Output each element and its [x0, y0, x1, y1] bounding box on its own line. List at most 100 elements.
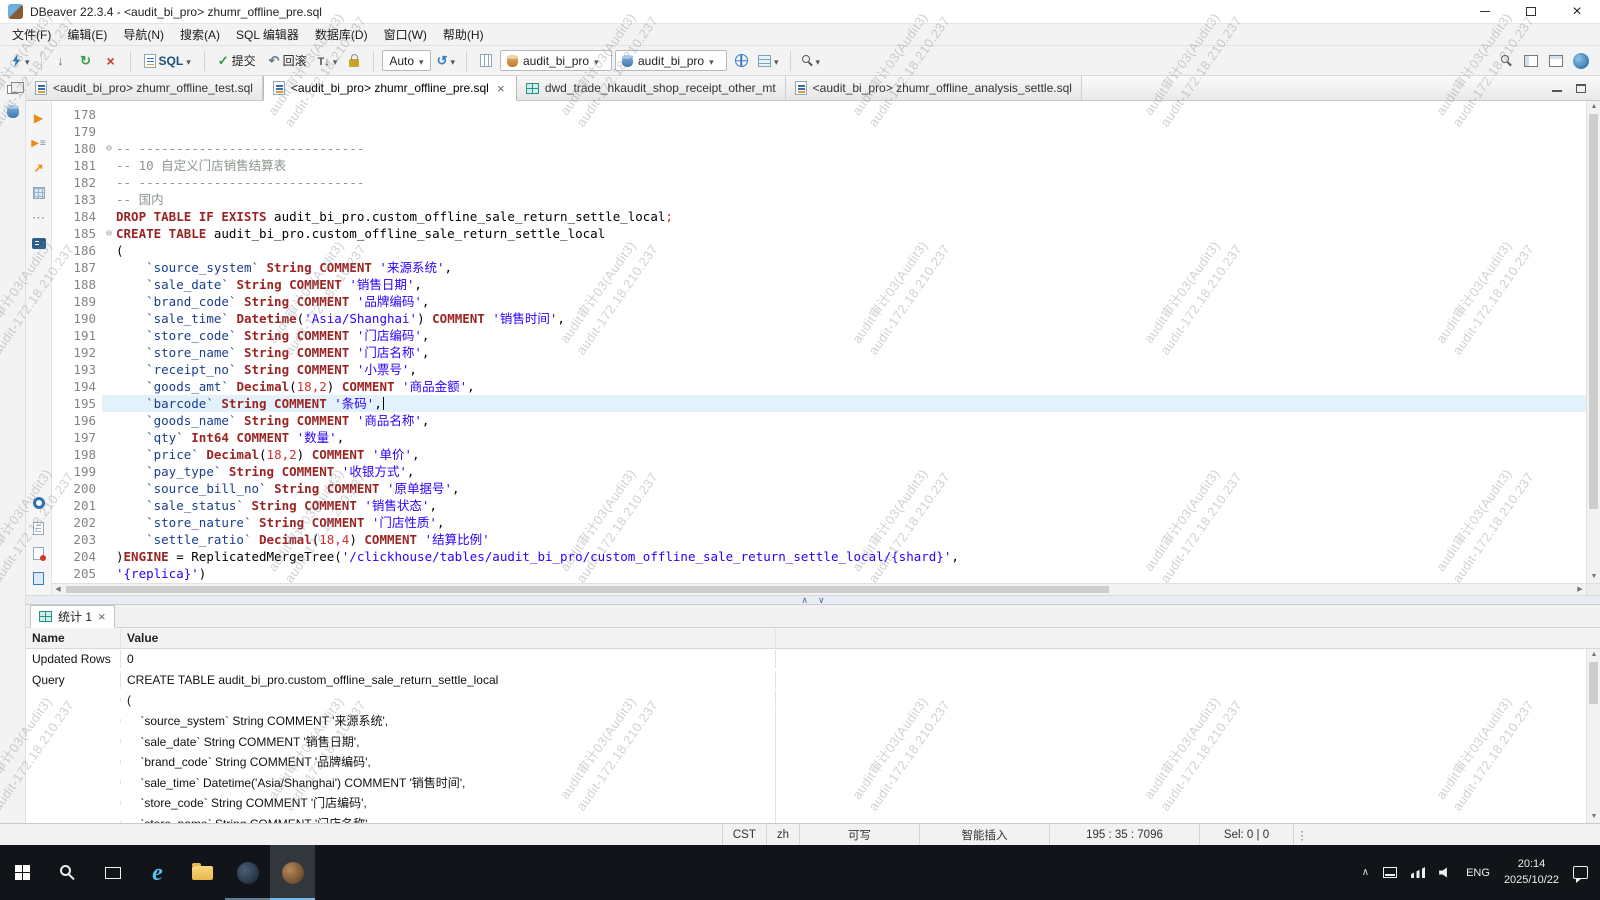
code-line[interactable]: 196 `goods_name` String COMMENT '商品名称', — [52, 412, 1586, 429]
statistics-tab-close-icon[interactable] — [98, 609, 106, 624]
splitter-up-icon[interactable] — [801, 596, 808, 605]
dbeaver-taskbar-button[interactable] — [270, 845, 315, 900]
clock[interactable]: 20:14 2025/10/22 — [1504, 857, 1559, 888]
global-search-button[interactable] — [1495, 50, 1517, 72]
code-line[interactable]: 183-- 国内 — [52, 191, 1586, 208]
scroll-down-icon[interactable] — [1587, 571, 1600, 583]
scrollbar-thumb[interactable] — [66, 586, 1109, 593]
tray-expand-icon[interactable] — [1362, 867, 1369, 878]
splitter-down-icon[interactable] — [818, 596, 825, 605]
explain-plan-button[interactable] — [30, 185, 48, 201]
code-line[interactable]: 181-- 10 自定义门店销售结算表 — [52, 157, 1586, 174]
minimize-button[interactable] — [1462, 0, 1508, 23]
status-item[interactable]: Sel: 0 | 0 — [1199, 824, 1294, 845]
code-line[interactable]: 190 `sale_time` Datetime('Asia/Shanghai'… — [52, 310, 1586, 327]
schema-combo[interactable]: audit_bi_pro — [615, 50, 727, 71]
grid-vertical-scrollbar[interactable] — [1586, 649, 1600, 823]
code-line[interactable]: 204)ENGINE = ReplicatedMergeTree('/click… — [52, 548, 1586, 565]
code-line[interactable]: 191 `store_code` String COMMENT '门店编码', — [52, 327, 1586, 344]
commit-button[interactable]: 提交 — [213, 50, 261, 72]
menu-item[interactable]: 搜索(A) — [172, 24, 228, 45]
network-button[interactable] — [1411, 867, 1425, 878]
network-button[interactable] — [730, 50, 752, 72]
transaction-mode-button[interactable] — [315, 50, 341, 72]
invalidate-connection-button[interactable] — [50, 50, 72, 72]
table-row[interactable]: Updated Rows0 — [26, 649, 1586, 670]
status-item[interactable]: 可写 — [799, 824, 919, 845]
volume-button[interactable] — [1439, 867, 1452, 879]
menu-item[interactable]: 窗口(W) — [376, 24, 435, 45]
code-editor[interactable]: 178179180-- ----------------------------… — [52, 101, 1600, 595]
file-explorer-button[interactable] — [180, 845, 225, 900]
table-row[interactable]: ( — [26, 690, 1586, 711]
code-line[interactable]: 198 `price` Decimal(18,2) COMMENT '单价', — [52, 446, 1586, 463]
status-more-icon[interactable] — [1294, 824, 1310, 845]
fold-marker[interactable] — [102, 140, 116, 157]
status-item[interactable]: 195 : 35 : 7096 — [1049, 824, 1199, 845]
restore-views-icon[interactable] — [7, 85, 18, 94]
perspective-button-1[interactable] — [1520, 50, 1542, 72]
rollback-button[interactable]: 回滚 — [264, 50, 312, 72]
editor-more-button[interactable] — [30, 210, 48, 226]
menu-item[interactable]: 导航(N) — [115, 24, 172, 45]
table-row[interactable]: QueryCREATE TABLE audit_bi_pro.custom_of… — [26, 670, 1586, 691]
menu-item[interactable]: 编辑(E) — [59, 24, 115, 45]
editor-tab[interactable]: <audit_bi_pro> zhumr_offline_pre.sql — [263, 76, 517, 101]
task-view-button[interactable] — [90, 845, 135, 900]
code-area[interactable]: 178179180-- ----------------------------… — [52, 101, 1586, 583]
commit-mode-combo[interactable]: Auto — [382, 50, 430, 71]
code-line[interactable]: 180-- ------------------------------ — [52, 140, 1586, 157]
code-line[interactable]: 199 `pay_type` String COMMENT '收银方式', — [52, 463, 1586, 480]
code-line[interactable]: 192 `store_name` String COMMENT '门店名称', — [52, 344, 1586, 361]
code-line[interactable]: 178 — [52, 106, 1586, 123]
code-line[interactable]: 203 `settle_ratio` Decimal(18,4) COMMENT… — [52, 531, 1586, 548]
show-columns-button[interactable] — [475, 50, 497, 72]
code-line[interactable]: 186( — [52, 242, 1586, 259]
code-line[interactable]: 179 — [52, 123, 1586, 140]
table-row[interactable]: `brand_code` String COMMENT '品牌编码', — [26, 752, 1586, 773]
code-line[interactable]: 195 `barcode` String COMMENT '条码', — [52, 395, 1586, 412]
code-line[interactable]: 200 `source_bill_no` String COMMENT '原单据… — [52, 480, 1586, 497]
table-row[interactable]: `source_system` String COMMENT '来源系统', — [26, 711, 1586, 732]
code-line[interactable]: 188 `sale_date` String COMMENT '销售日期', — [52, 276, 1586, 293]
code-line[interactable]: 194 `goods_amt` Decimal(18,2) COMMENT '商… — [52, 378, 1586, 395]
minimize-editor-icon[interactable] — [1552, 84, 1562, 93]
export-from-query-button[interactable] — [30, 160, 48, 176]
table-row[interactable]: `sale_date` String COMMENT '销售日期', — [26, 731, 1586, 752]
perspective-button-2[interactable] — [1545, 50, 1567, 72]
search-dropdown-button[interactable] — [799, 50, 824, 72]
internet-explorer-button[interactable] — [135, 845, 180, 900]
scroll-right-icon[interactable] — [1574, 584, 1586, 596]
new-sql-editor-button[interactable]: SQL — [139, 50, 196, 72]
table-row[interactable]: `store_code` String COMMENT '门店编码', — [26, 793, 1586, 814]
reconnect-button[interactable] — [75, 50, 97, 72]
open-sql-console-button[interactable] — [30, 235, 48, 251]
table-row[interactable]: `store_name` String COMMENT '门店名称', — [26, 813, 1586, 823]
status-item[interactable]: 智能插入 — [919, 824, 1049, 845]
editor-tab[interactable]: dwd_trade_hkaudit_shop_receipt_other_mt — [517, 76, 786, 100]
new-connection-button[interactable] — [8, 50, 33, 72]
maximize-button[interactable] — [1508, 0, 1554, 23]
menu-item[interactable]: SQL 编辑器 — [228, 24, 307, 45]
editor-horizontal-scrollbar[interactable] — [52, 583, 1586, 595]
output-panel-button[interactable] — [30, 520, 48, 536]
code-line[interactable]: 184DROP TABLE IF EXISTS audit_bi_pro.cus… — [52, 208, 1586, 225]
code-line[interactable]: 202 `store_nature` String COMMENT '门店性质'… — [52, 514, 1586, 531]
tray-app-button[interactable] — [1383, 867, 1397, 878]
disconnect-button[interactable] — [100, 50, 122, 72]
menu-item[interactable]: 帮助(H) — [435, 24, 492, 45]
code-line[interactable]: 182-- ------------------------------ — [52, 174, 1586, 191]
status-item[interactable]: CST — [722, 824, 766, 845]
code-line[interactable]: 193 `receipt_no` String COMMENT '小票号', — [52, 361, 1586, 378]
app-button-1[interactable] — [225, 845, 270, 900]
editor-tab[interactable]: <audit_bi_pro> zhumr_offline_analysis_se… — [786, 76, 1082, 100]
code-line[interactable]: 187 `source_system` String COMMENT '来源系统… — [52, 259, 1586, 276]
editor-settings-button[interactable] — [30, 495, 48, 511]
execution-log-button[interactable] — [30, 545, 48, 561]
column-header-value[interactable]: Value — [121, 629, 776, 647]
execute-script-button[interactable] — [30, 135, 48, 151]
editor-tab[interactable]: <audit_bi_pro> zhumr_offline_test.sql — [26, 76, 263, 100]
editor-vertical-scrollbar[interactable] — [1586, 101, 1600, 583]
panel-splitter[interactable] — [26, 595, 1600, 605]
close-button[interactable] — [1554, 0, 1600, 23]
